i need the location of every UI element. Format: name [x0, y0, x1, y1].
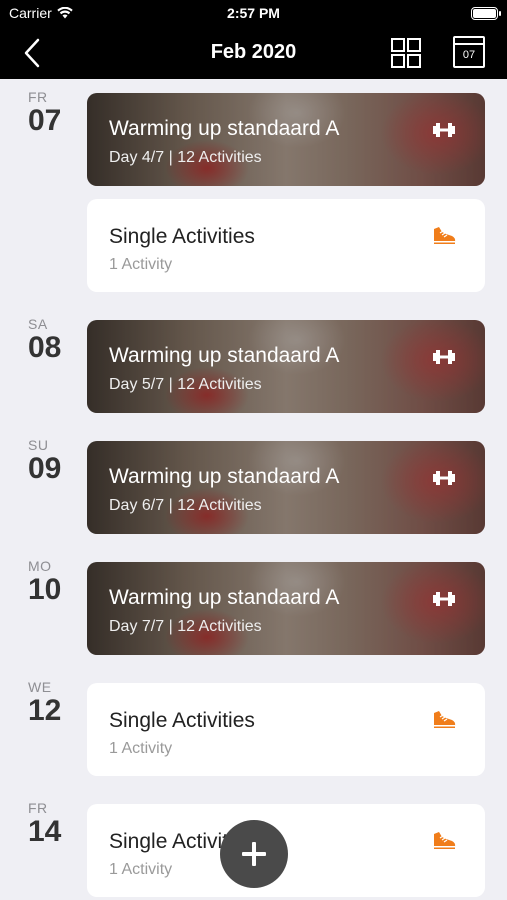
add-button[interactable] — [220, 820, 288, 888]
card-title: Warming up standaard A — [109, 586, 340, 609]
day-number: 10 — [28, 573, 62, 606]
day-header: FR 07 — [28, 89, 61, 136]
day-number: 07 — [28, 104, 62, 137]
day-number: 08 — [28, 331, 62, 364]
dumbbell-icon — [433, 123, 455, 137]
card-subtitle: 1 Activity — [109, 256, 173, 273]
card-subtitle: 1 Activity — [109, 861, 173, 878]
single-activity-card[interactable]: Single Activities 1 Activity — [87, 199, 485, 292]
day-of-week: FR — [28, 800, 48, 816]
workout-card[interactable]: Warming up standaard A Day 5/7 | 12 Acti… — [87, 320, 485, 413]
dumbbell-icon — [433, 592, 455, 606]
dumbbell-icon — [433, 350, 455, 364]
day-of-week: MO — [28, 558, 52, 574]
day-of-week: FR — [28, 89, 48, 105]
activity-list[interactable]: FR 07 Warming up standaard A Day 4/7 | 1… — [0, 79, 507, 900]
battery-icon — [471, 7, 501, 20]
day-header: SU 09 — [28, 437, 61, 484]
single-activity-card[interactable]: Single Activities 1 Activity — [87, 683, 485, 776]
card-title: Warming up standaard A — [109, 465, 340, 488]
card-subtitle: Day 6/7 | 12 Activities — [109, 497, 262, 514]
day-of-week: SA — [28, 316, 48, 332]
day-header: MO 10 — [28, 558, 61, 605]
card-title: Single Activities — [109, 225, 255, 248]
card-subtitle: Day 4/7 | 12 Activities — [109, 149, 262, 166]
day-number: 14 — [28, 815, 62, 848]
workout-card[interactable]: Warming up standaard A Day 6/7 | 12 Acti… — [87, 441, 485, 534]
day-of-week: SU — [28, 437, 49, 453]
card-title: Warming up standaard A — [109, 344, 340, 367]
card-title: Warming up standaard A — [109, 117, 340, 140]
card-subtitle: Day 7/7 | 12 Activities — [109, 618, 262, 635]
grid-view-icon[interactable] — [389, 36, 423, 70]
dumbbell-icon — [433, 471, 455, 485]
day-header: FR 14 — [28, 800, 61, 847]
day-number: 12 — [28, 694, 62, 727]
sneaker-icon — [434, 711, 456, 728]
sneaker-icon — [434, 227, 456, 244]
card-subtitle: Day 5/7 | 12 Activities — [109, 376, 262, 393]
plus-icon — [242, 842, 266, 866]
day-header: SA 08 — [28, 316, 61, 363]
calendar-icon[interactable]: 07 — [453, 36, 485, 68]
workout-card[interactable]: Warming up standaard A Day 4/7 | 12 Acti… — [87, 93, 485, 186]
page-title: Feb 2020 — [210, 41, 297, 63]
card-subtitle: 1 Activity — [109, 740, 173, 757]
status-time: 2:57 PM — [227, 5, 280, 21]
day-header: WE 12 — [28, 679, 61, 726]
day-of-week: WE — [28, 679, 52, 695]
status-bar: Carrier 2:57 PM — [0, 0, 507, 28]
card-title: Single Activities — [109, 709, 255, 732]
navigation-bar: Feb 2020 07 — [0, 28, 507, 79]
calendar-day-label: 07 — [462, 49, 476, 61]
day-number: 09 — [28, 452, 62, 485]
workout-card[interactable]: Warming up standaard A Day 7/7 | 12 Acti… — [87, 562, 485, 655]
sneaker-icon — [434, 832, 456, 849]
